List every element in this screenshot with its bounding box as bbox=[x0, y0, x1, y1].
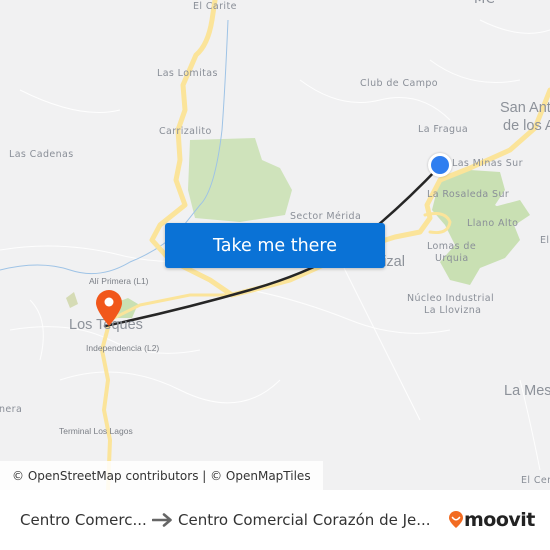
route-footer: Centro Comerc... Centro Comercial Corazó… bbox=[0, 490, 550, 550]
destination-name: Centro Comercial Corazón de Je... bbox=[178, 511, 431, 529]
place-label: Alí Primera (L1) bbox=[89, 276, 149, 286]
place-label: El bbox=[540, 235, 550, 246]
place-label: nera bbox=[0, 404, 23, 415]
park-area bbox=[66, 292, 78, 308]
place-label: Club de Campo bbox=[360, 78, 438, 89]
moovit-pin-icon bbox=[449, 511, 463, 528]
place-label: MC bbox=[474, 0, 495, 7]
origin-marker[interactable] bbox=[428, 153, 452, 177]
moovit-wordmark: moovit bbox=[464, 509, 535, 531]
place-label: Las Minas Sur bbox=[452, 158, 523, 169]
map-attribution: © OpenStreetMap contributors | © OpenMap… bbox=[0, 461, 323, 490]
place-label: La Rosaleda Sur bbox=[427, 189, 510, 200]
place-label: San Ant bbox=[500, 100, 550, 116]
arrow-right-icon bbox=[150, 513, 176, 527]
attribution-text[interactable]: © OpenStreetMap contributors | © OpenMap… bbox=[12, 469, 311, 483]
place-label: Sector Mérida bbox=[290, 211, 362, 222]
place-label: Terminal Los Lagos bbox=[59, 426, 133, 436]
place-label: La Llovizna bbox=[424, 305, 482, 316]
take-me-there-button[interactable]: Take me there bbox=[165, 223, 385, 268]
park-area bbox=[188, 138, 292, 222]
place-label: El Carite bbox=[193, 1, 237, 12]
place-label: Carrizalito bbox=[159, 126, 212, 137]
place-label: Núcleo Industrial bbox=[407, 293, 495, 304]
place-label: Las Cadenas bbox=[9, 149, 74, 160]
origin-name: Centro Comerc... bbox=[20, 511, 147, 529]
place-label: La Mes bbox=[504, 383, 550, 399]
place-label: La Fragua bbox=[418, 124, 469, 135]
place-label: Lomas de bbox=[427, 241, 477, 252]
map[interactable]: El Carite MC Las Lomitas Club de Campo S… bbox=[0, 0, 550, 490]
destination-pin-icon[interactable] bbox=[94, 289, 124, 327]
moovit-logo[interactable]: moovit bbox=[448, 509, 535, 531]
place-label: Llano Alto bbox=[467, 218, 519, 229]
place-label: Las Lomitas bbox=[157, 68, 218, 79]
place-label: de los A bbox=[503, 118, 550, 134]
place-label: El Cer bbox=[521, 475, 550, 486]
place-label: Independencia (L2) bbox=[86, 343, 160, 353]
place-label: Urquia bbox=[435, 253, 469, 264]
